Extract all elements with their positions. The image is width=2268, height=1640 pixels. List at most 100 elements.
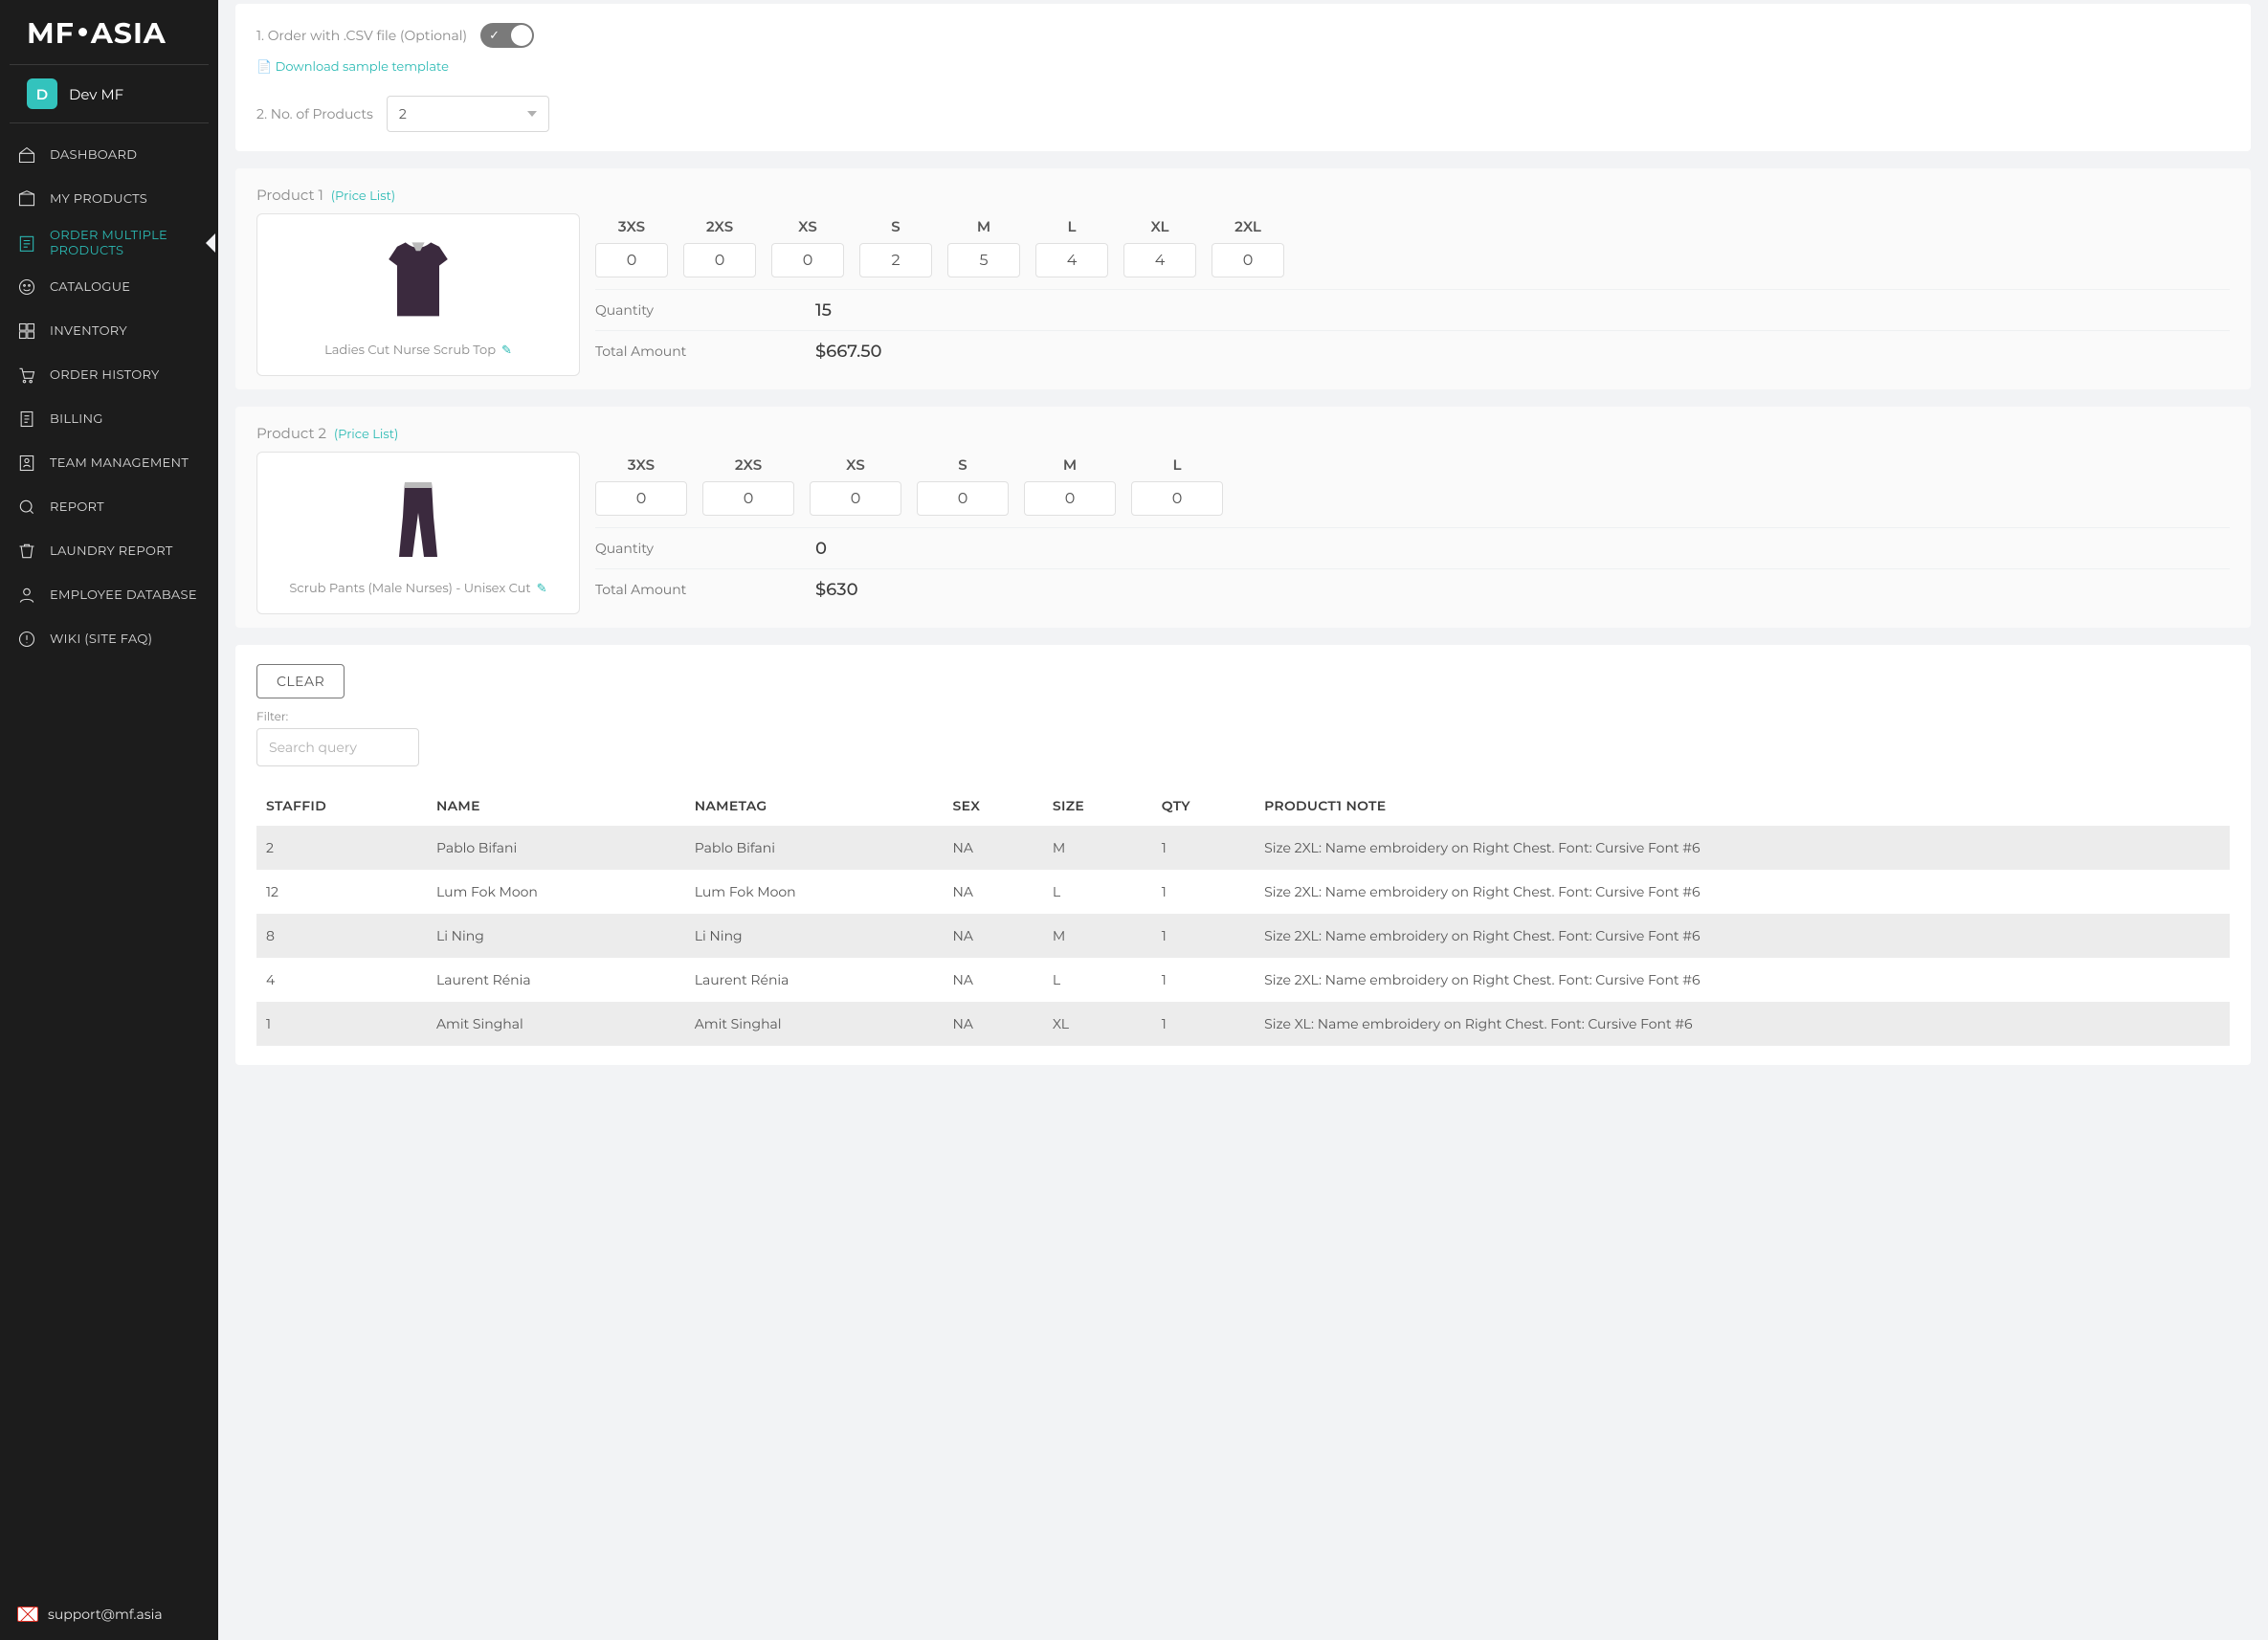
table-row[interactable]: 12Lum Fok MoonLum Fok MoonNAL1Size 2XL: … bbox=[256, 870, 2230, 914]
product1-name: Ladies Cut Nurse Scrub Top bbox=[324, 343, 496, 358]
size-header: M bbox=[947, 217, 1020, 235]
sidebar-item-team[interactable]: TEAM MANAGEMENT bbox=[0, 441, 214, 485]
size-header: L bbox=[1035, 217, 1108, 235]
size-input-2XS[interactable] bbox=[702, 481, 794, 516]
sidebar-item-employee[interactable]: EMPLOYEE DATABASE bbox=[0, 573, 214, 617]
size-header: S bbox=[859, 217, 932, 235]
size-input-S[interactable] bbox=[917, 481, 1009, 516]
quantity-label: Quantity bbox=[595, 301, 815, 319]
size-input-XS[interactable] bbox=[771, 243, 844, 277]
col-qty[interactable]: QTY bbox=[1152, 786, 1255, 826]
table-row[interactable]: 2Pablo BifaniPablo BifaniNAM1Size 2XL: N… bbox=[256, 826, 2230, 870]
size-header: 2XL bbox=[1212, 217, 1284, 235]
csv-upload-card: 1. Order with .CSV file (Optional) ✓ 📄 D… bbox=[235, 4, 2251, 151]
wiki-icon bbox=[17, 630, 36, 649]
col-nametag[interactable]: NAMETAG bbox=[685, 786, 944, 826]
size-input-M[interactable] bbox=[947, 243, 1020, 277]
col-size[interactable]: SIZE bbox=[1043, 786, 1152, 826]
avatar: D bbox=[27, 78, 57, 109]
product1-total: $667.50 bbox=[815, 341, 882, 362]
table-cell: NA bbox=[944, 958, 1043, 1002]
gmail-icon bbox=[17, 1607, 38, 1622]
table-cell: M bbox=[1043, 914, 1152, 958]
table-cell: Size XL: Name embroidery on Right Chest.… bbox=[1255, 1002, 2230, 1046]
size-input-XL[interactable] bbox=[1123, 243, 1196, 277]
sidebar-item-label: DASHBOARD bbox=[50, 147, 137, 163]
size-input-3XS[interactable] bbox=[595, 481, 687, 516]
sidebar-item-order-history[interactable]: ORDER HISTORY bbox=[0, 353, 214, 397]
sidebar-item-wiki[interactable]: WIKI (SITE FAQ) bbox=[0, 617, 214, 661]
product1-price-list-link[interactable]: (Price List) bbox=[331, 188, 395, 204]
order-multiple-icon bbox=[17, 233, 36, 253]
scrub-top-icon bbox=[366, 228, 471, 333]
size-header: 2XS bbox=[683, 217, 756, 235]
size-input-L[interactable] bbox=[1035, 243, 1108, 277]
table-cell: 8 bbox=[256, 914, 427, 958]
size-header: XL bbox=[1123, 217, 1196, 235]
col-sex[interactable]: SEX bbox=[944, 786, 1043, 826]
chevron-down-icon bbox=[527, 109, 537, 119]
sidebar-item-inventory[interactable]: INVENTORY bbox=[0, 309, 214, 353]
product2-price-list-link[interactable]: (Price List) bbox=[334, 427, 398, 442]
product1-section: Product 1 (Price List) Ladies Cut Nurse … bbox=[235, 168, 2251, 389]
table-cell: Li Ning bbox=[685, 914, 944, 958]
download-template-link[interactable]: 📄 Download sample template bbox=[256, 59, 449, 75]
clear-button[interactable]: CLEAR bbox=[256, 664, 345, 698]
table-row[interactable]: 1Amit SinghalAmit SinghalNAXL1Size XL: N… bbox=[256, 1002, 2230, 1046]
csv-toggle[interactable]: ✓ bbox=[480, 23, 534, 48]
size-col-XL: XL bbox=[1123, 217, 1196, 277]
size-col-3XS: 3XS bbox=[595, 217, 668, 277]
table-row[interactable]: 4Laurent RéniaLaurent RéniaNAL1Size 2XL:… bbox=[256, 958, 2230, 1002]
size-input-L[interactable] bbox=[1131, 481, 1223, 516]
edit-icon[interactable]: ✎ bbox=[537, 581, 547, 596]
table-cell: NA bbox=[944, 914, 1043, 958]
support-link[interactable]: support@mf.asia bbox=[0, 1588, 218, 1640]
product2-name: Scrub Pants (Male Nurses) - Unisex Cut bbox=[289, 581, 530, 596]
size-input-2XL[interactable] bbox=[1212, 243, 1284, 277]
sidebar-item-dashboard[interactable]: DASHBOARD bbox=[0, 133, 214, 177]
table-row[interactable]: 8Li NingLi NingNAM1Size 2XL: Name embroi… bbox=[256, 914, 2230, 958]
search-input[interactable] bbox=[256, 728, 419, 766]
size-input-M[interactable] bbox=[1024, 481, 1116, 516]
laundry-icon bbox=[17, 542, 36, 561]
table-cell: Laurent Rénia bbox=[427, 958, 685, 1002]
user-block[interactable]: D Dev MF bbox=[10, 78, 209, 123]
col-name[interactable]: NAME bbox=[427, 786, 685, 826]
edit-icon[interactable]: ✎ bbox=[501, 343, 512, 358]
size-input-2XS[interactable] bbox=[683, 243, 756, 277]
file-icon: 📄 bbox=[256, 59, 272, 75]
size-input-3XS[interactable] bbox=[595, 243, 668, 277]
table-cell: 4 bbox=[256, 958, 427, 1002]
table-cell: Size 2XL: Name embroidery on Right Chest… bbox=[1255, 826, 2230, 870]
size-input-S[interactable] bbox=[859, 243, 932, 277]
table-cell: 2 bbox=[256, 826, 427, 870]
table-cell: 12 bbox=[256, 870, 427, 914]
size-input-XS[interactable] bbox=[810, 481, 901, 516]
table-cell: Amit Singhal bbox=[427, 1002, 685, 1046]
size-col-XS: XS bbox=[771, 217, 844, 277]
product1-quantity: 15 bbox=[815, 299, 832, 321]
col-staffid[interactable]: STAFFID bbox=[256, 786, 427, 826]
size-col-M: M bbox=[1024, 455, 1116, 516]
product2-section: Product 2 (Price List) Scrub Pants (Male… bbox=[235, 407, 2251, 628]
size-col-S: S bbox=[859, 217, 932, 277]
sidebar-item-label: WIKI (SITE FAQ) bbox=[50, 632, 152, 647]
sidebar-item-label: LAUNDRY REPORT bbox=[50, 543, 173, 559]
num-products-select[interactable]: 2 bbox=[387, 96, 549, 132]
sidebar-item-label: MY PRODUCTS bbox=[50, 191, 147, 207]
my-products-icon bbox=[17, 189, 36, 209]
sidebar-item-report[interactable]: REPORT bbox=[0, 485, 214, 529]
sidebar-item-my-products[interactable]: MY PRODUCTS bbox=[0, 177, 214, 221]
col-product1-note[interactable]: PRODUCT1 NOTE bbox=[1255, 786, 2230, 826]
sidebar-item-billing[interactable]: BILLING bbox=[0, 397, 214, 441]
product2-card[interactable]: Scrub Pants (Male Nurses) - Unisex Cut ✎ bbox=[256, 452, 580, 614]
product1-card[interactable]: Ladies Cut Nurse Scrub Top ✎ bbox=[256, 213, 580, 376]
sidebar-item-laundry[interactable]: LAUNDRY REPORT bbox=[0, 529, 214, 573]
size-col-XS: XS bbox=[810, 455, 901, 516]
support-email: support@mf.asia bbox=[48, 1606, 163, 1623]
size-header: S bbox=[917, 455, 1009, 474]
brand-logo: MFASIA bbox=[10, 15, 209, 65]
sidebar-item-catalogue[interactable]: CATALOGUE bbox=[0, 265, 214, 309]
sidebar-item-label: EMPLOYEE DATABASE bbox=[50, 587, 197, 603]
sidebar-item-order-multiple[interactable]: ORDER MULTIPLE PRODUCTS bbox=[0, 221, 214, 265]
